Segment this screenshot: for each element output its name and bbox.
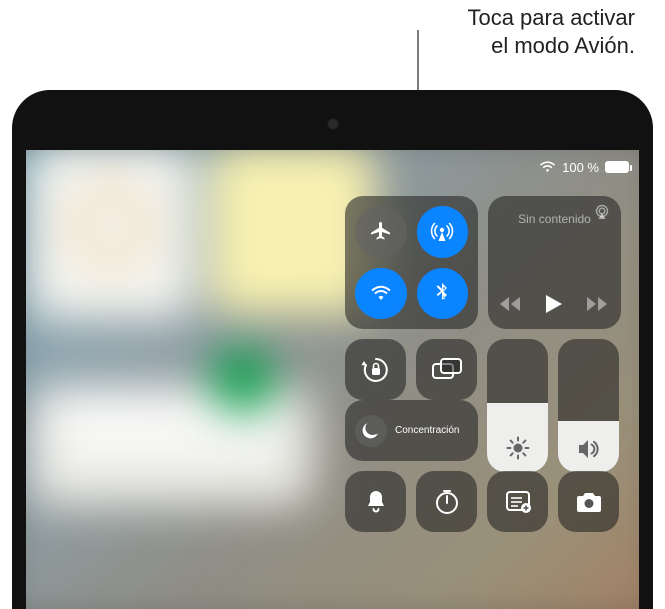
- quick-note-button[interactable]: [487, 471, 548, 532]
- focus-label: Concentración: [395, 425, 459, 436]
- ipad-frame: 100 %: [12, 90, 653, 609]
- airplane-icon: [369, 220, 393, 244]
- moon-icon: [362, 422, 380, 440]
- media-play-button[interactable]: [546, 295, 562, 313]
- focus-button[interactable]: Concentración: [345, 400, 478, 461]
- camera-icon: [575, 491, 603, 513]
- bluetooth-icon: [430, 281, 454, 305]
- status-bar: 100 %: [539, 156, 629, 178]
- forward-icon: [587, 297, 609, 311]
- screen-mirroring-button[interactable]: [416, 339, 477, 400]
- airdrop-toggle[interactable]: [417, 206, 469, 258]
- wifi-status-icon: [539, 161, 556, 174]
- wifi-toggle[interactable]: [355, 268, 407, 320]
- front-camera: [327, 118, 339, 130]
- media-prev-button[interactable]: [500, 297, 522, 311]
- battery-percent: 100 %: [562, 160, 599, 175]
- airdrop-icon: [429, 219, 455, 245]
- screen-mirroring-icon: [432, 358, 462, 382]
- camera-button[interactable]: [558, 471, 619, 532]
- volume-slider[interactable]: [558, 339, 619, 472]
- note-icon: [505, 490, 531, 514]
- connectivity-tile[interactable]: [345, 196, 478, 329]
- timer-icon: [434, 489, 460, 515]
- bluetooth-toggle[interactable]: [417, 268, 469, 320]
- airplane-mode-toggle[interactable]: [355, 206, 407, 258]
- timer-button[interactable]: [416, 471, 477, 532]
- wifi-icon: [369, 281, 393, 305]
- media-next-button[interactable]: [587, 297, 609, 311]
- brightness-slider[interactable]: [487, 339, 548, 472]
- orientation-lock-icon: [361, 355, 391, 385]
- bell-icon: [364, 489, 388, 515]
- media-tile[interactable]: Sin contenido: [488, 196, 621, 329]
- volume-icon: [577, 438, 601, 460]
- play-icon: [546, 295, 562, 313]
- silent-mode-button[interactable]: [345, 471, 406, 532]
- focus-moon-toggle[interactable]: [355, 415, 387, 447]
- media-now-playing: Sin contenido: [488, 212, 621, 226]
- brightness-icon: [506, 436, 530, 460]
- orientation-lock-button[interactable]: [345, 339, 406, 400]
- control-center: Sin contenido: [345, 196, 621, 532]
- backward-icon: [500, 297, 522, 311]
- battery-icon: [605, 161, 629, 173]
